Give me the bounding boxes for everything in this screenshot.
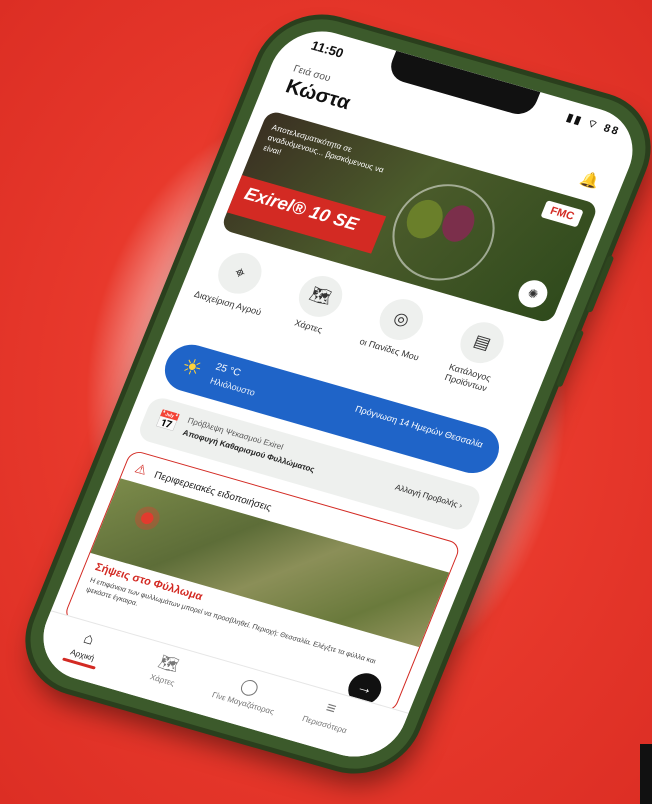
status-time: 11:50 — [308, 37, 346, 61]
warning-icon: ⚠ — [132, 460, 150, 478]
greeting-block: Γειά σου Κώστα — [282, 64, 358, 116]
quick-action-maps[interactable]: 🗺 Χάρτες — [269, 266, 366, 343]
quick-action-label: οι Πανίδες Μου — [358, 336, 421, 363]
badge-icon: ✺ — [514, 276, 552, 311]
weather-forecast-link[interactable]: Πρόγνωση 14 Ημερών Θεσσαλία — [353, 403, 485, 451]
field-scan-icon: ⌖ — [211, 247, 268, 299]
quick-action-label: Χάρτες — [293, 317, 324, 335]
bell-icon[interactable]: 🔔 — [578, 169, 603, 191]
catalog-icon: ▤ — [453, 317, 511, 369]
phone-screen: 11:50 ▮▮ ⌔ 88 Γειά σου Κώστα 🔔 Αποτελεσμ… — [28, 20, 648, 768]
status-icons: ▮▮ ⌔ 88 — [564, 111, 622, 139]
quick-action-label: Διαχείριση Αγρού — [192, 288, 263, 318]
weather-condition: Ηλιόλουστο — [208, 375, 257, 398]
corner-shape — [640, 744, 652, 804]
target-icon: ◎ — [373, 294, 430, 345]
weather-temp: 25 °C — [213, 361, 243, 379]
phone-frame: 11:50 ▮▮ ⌔ 88 Γειά σου Κώστα 🔔 Αποτελεσμ… — [12, 5, 652, 783]
calendar-icon: 📅 — [152, 408, 183, 434]
side-button — [555, 329, 585, 388]
quick-action-fields[interactable]: ◎ οι Πανίδες Μου — [350, 289, 447, 366]
side-button — [585, 255, 615, 313]
banner-tagline: Αποτελεσματικότητα σε αναδυόμενους... βρ… — [262, 122, 386, 175]
tab-home[interactable]: ⌂ Αρχική — [40, 620, 130, 676]
reminder-action[interactable]: Αλλαγή Προβολής › — [394, 483, 464, 511]
notch — [385, 50, 541, 119]
quick-action-field[interactable]: ⌖ Διαχείριση Αγρού — [188, 243, 285, 320]
brand-logo: FMC — [540, 200, 584, 228]
stage: 11:50 ▮▮ ⌔ 88 Γειά σου Κώστα 🔔 Αποτελεσμ… — [0, 0, 652, 804]
map-icon: 🗺 — [292, 271, 349, 322]
sun-icon: ☀ — [177, 352, 207, 382]
quick-action-label: Κατάλογος Προϊόντων — [443, 361, 493, 394]
quick-action-catalog[interactable]: ▤ Κατάλογος Προϊόντων — [426, 312, 527, 399]
